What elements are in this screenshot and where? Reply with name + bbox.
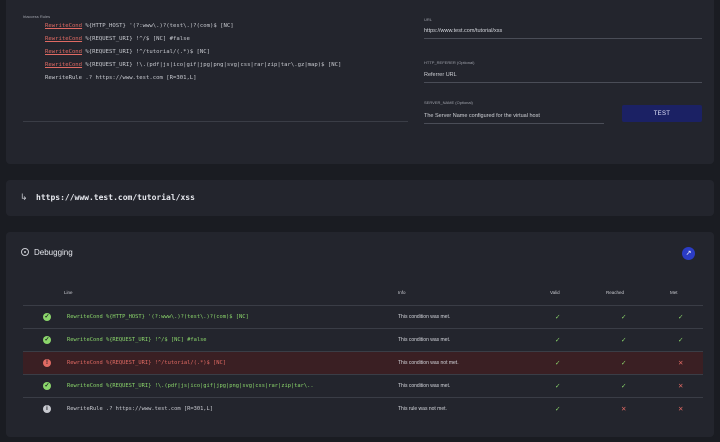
share-button[interactable]: ↗ xyxy=(682,247,695,260)
row-info: This condition was met. xyxy=(398,337,451,343)
valid-check-icon: ✓ xyxy=(555,406,561,413)
reached-check-icon: ✓ xyxy=(621,360,627,367)
met-cross-icon: ✕ xyxy=(678,360,684,367)
table-row: ! RewriteCond %{REQUEST_URI} !^/tutorial… xyxy=(23,351,703,374)
redirect-arrow-icon: ↳ xyxy=(20,192,28,202)
share-arrow-icon: ↗ xyxy=(685,250,692,257)
rules-panel: htaccess Rules RewriteCond %{HTTP_HOST} … xyxy=(6,0,714,164)
met-cross-icon: ✕ xyxy=(678,406,684,413)
result-panel: ↳ https://www.test.com/tutorial/xss xyxy=(6,180,714,216)
column-header-reached: Reached xyxy=(606,290,625,295)
column-header-info: Info xyxy=(398,290,406,295)
row-info: This condition was met. xyxy=(398,314,451,320)
referer-label: HTTP_REFERER (Optional) xyxy=(424,60,475,65)
rule-line-1: RewriteCond %{HTTP_HOST} '(?:www\.)?(tes… xyxy=(45,23,234,29)
debugging-panel: Debugging ↗ Line Info Valid Reached Met … xyxy=(6,232,714,437)
valid-check-icon: ✓ xyxy=(555,314,561,321)
rule-line-5: RewriteRule .? https://www.test.com [R=3… xyxy=(45,75,197,81)
row-line: RewriteCond %{REQUEST_URI} !\.(pdf|js|ic… xyxy=(67,383,314,389)
debugging-title: Debugging xyxy=(34,248,73,257)
rule-line-3: RewriteCond %{REQUEST_URI} !^/tutorial/(… xyxy=(45,49,211,55)
valid-check-icon: ✓ xyxy=(555,360,561,367)
rule-line-2: RewriteCond %{REQUEST_URI} !^/$ [NC] #fa… xyxy=(45,36,190,42)
row-line: RewriteCond %{HTTP_HOST} '(?:www\.)?(tes… xyxy=(67,314,249,320)
reached-check-icon: ✓ xyxy=(621,314,627,321)
column-header-met: Met xyxy=(670,290,678,295)
reached-check-icon: ✓ xyxy=(621,383,627,390)
table-row: ✓ RewriteCond %{HTTP_HOST} '(?:www\.)?(t… xyxy=(23,305,703,328)
valid-check-icon: ✓ xyxy=(555,383,561,390)
info-circle-icon: i xyxy=(43,405,51,413)
met-check-icon: ✓ xyxy=(678,314,684,321)
met-check-icon: ✓ xyxy=(678,337,684,344)
rules-label: htaccess Rules xyxy=(23,14,51,19)
info-circle-icon xyxy=(21,248,29,256)
row-line: RewriteCond %{REQUEST_URI} !^/tutorial/(… xyxy=(67,360,227,366)
result-url: https://www.test.com/tutorial/xss xyxy=(36,193,195,202)
reached-check-icon: ✓ xyxy=(621,337,627,344)
test-button[interactable]: TEST xyxy=(622,105,702,122)
row-info: This condition was not met. xyxy=(398,360,459,366)
url-input[interactable] xyxy=(424,23,702,39)
rules-editor[interactable]: RewriteCond %{HTTP_HOST} '(?:www\.)?(tes… xyxy=(23,22,408,122)
check-circle-icon: ✓ xyxy=(43,336,51,344)
row-line: RewriteRule .? https://www.test.com [R=3… xyxy=(67,406,214,412)
row-line: RewriteCond %{REQUEST_URI} !^/$ [NC] #fa… xyxy=(67,337,207,343)
met-cross-icon: ✕ xyxy=(678,383,684,390)
table-row: ✓ RewriteCond %{REQUEST_URI} !^/$ [NC] #… xyxy=(23,328,703,351)
check-circle-icon: ✓ xyxy=(43,313,51,321)
error-circle-icon: ! xyxy=(43,359,51,367)
referer-input[interactable] xyxy=(424,67,702,83)
table-row: ✓ RewriteCond %{REQUEST_URI} !\.(pdf|js|… xyxy=(23,374,703,397)
table-row: i RewriteRule .? https://www.test.com [R… xyxy=(23,397,703,420)
rule-line-4: RewriteCond %{REQUEST_URI} !\.(pdf|js|ic… xyxy=(45,62,342,68)
valid-check-icon: ✓ xyxy=(555,337,561,344)
row-info: This condition was met. xyxy=(398,383,451,389)
row-info: This rule was not met. xyxy=(398,406,447,412)
column-header-valid: Valid xyxy=(550,290,560,295)
column-header-line: Line xyxy=(64,290,73,295)
server-name-label: SERVER_NAME (Optional) xyxy=(424,100,473,105)
reached-cross-icon: ✕ xyxy=(621,406,627,413)
url-label: URL xyxy=(424,17,433,22)
server-name-input[interactable] xyxy=(424,108,604,124)
check-circle-icon: ✓ xyxy=(43,382,51,390)
